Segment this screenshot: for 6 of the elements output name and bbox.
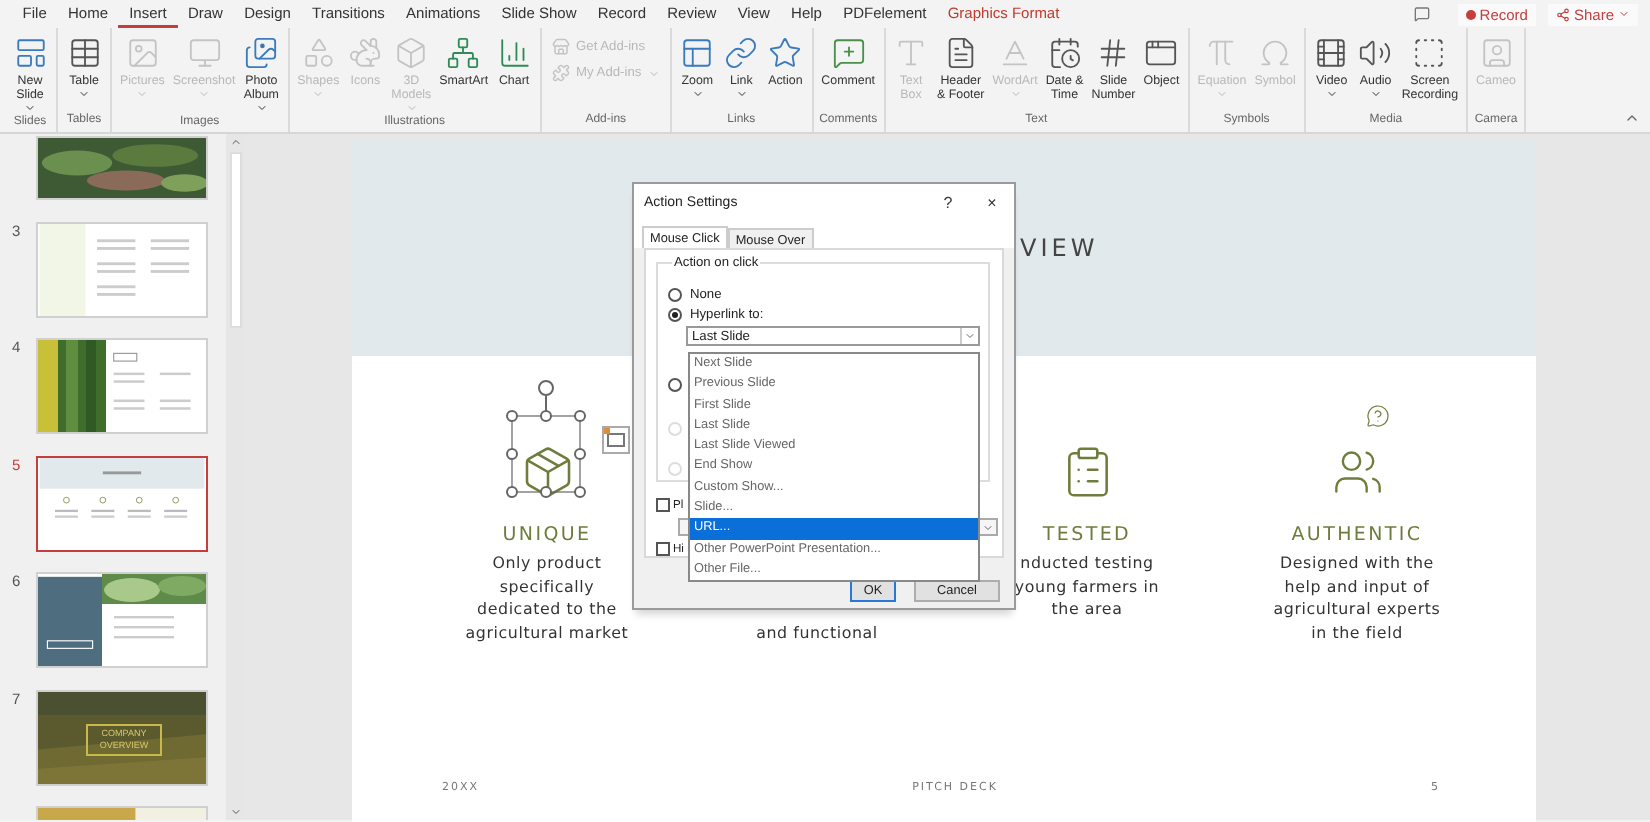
close-button[interactable]: × <box>970 194 1014 212</box>
column-heading: TESTED <box>1042 524 1132 550</box>
help-button[interactable]: ? <box>926 194 970 212</box>
column-heading: UNIQUE <box>502 524 592 550</box>
slide-title: VIEW <box>1020 234 1099 262</box>
column-heading: AUTHENTIC <box>1291 524 1423 550</box>
